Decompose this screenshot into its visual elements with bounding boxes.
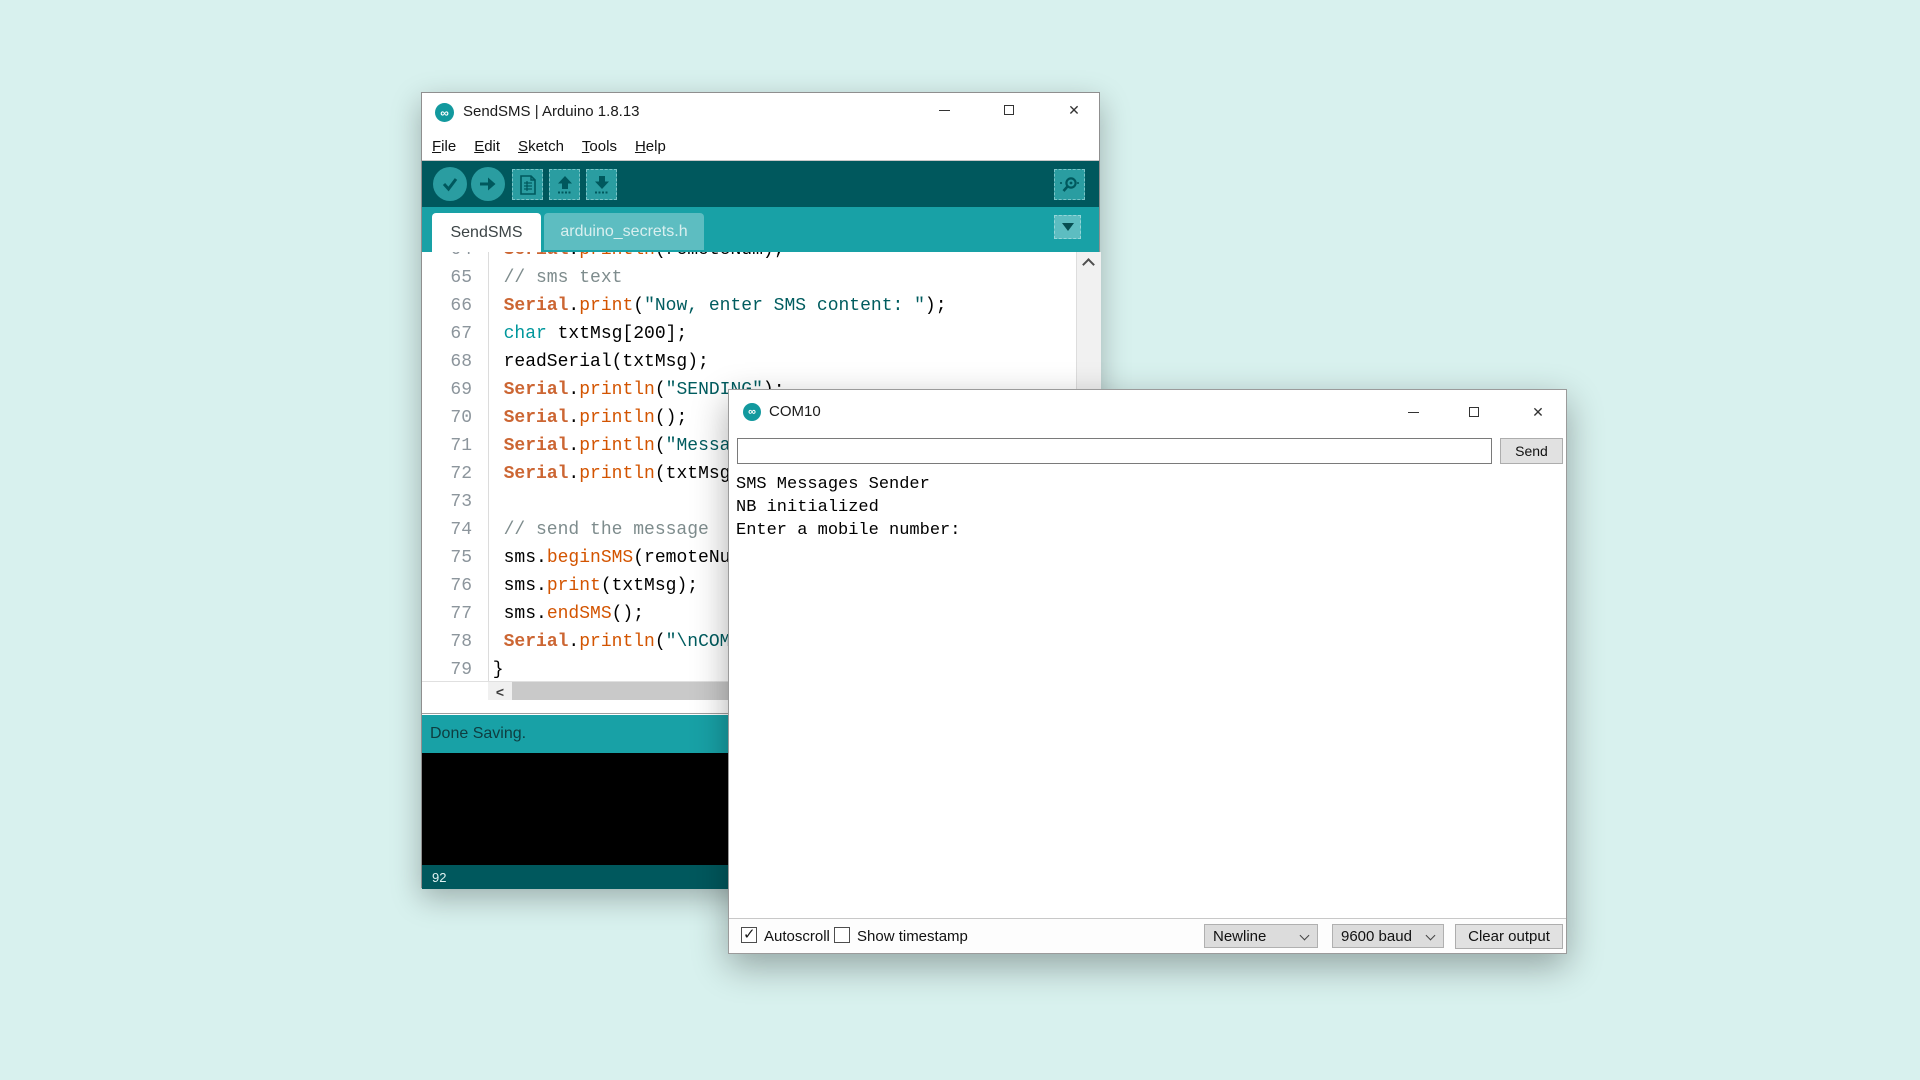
code-line: 67 char txtMsg[200];	[422, 320, 1076, 348]
baud-rate-select[interactable]: 9600 baud	[1332, 924, 1444, 948]
maximize-icon	[1004, 105, 1014, 115]
ide-tabbar: SendSMS arduino_secrets.h	[422, 207, 1099, 252]
status-message: Done Saving.	[430, 725, 526, 743]
chevron-down-icon	[1426, 931, 1436, 941]
magnifier-icon	[1059, 175, 1081, 195]
serial-monitor-window: ∞ COM10 ✕ Send SMS Messages SenderNB ini…	[728, 389, 1567, 954]
line-number: 65	[422, 264, 482, 292]
serial-monitor-button[interactable]	[1054, 169, 1085, 200]
cursor-line-indicator: 92	[432, 870, 446, 885]
show-timestamp-checkbox[interactable]: ✓	[834, 927, 850, 943]
line-number: 64	[422, 252, 482, 264]
save-button[interactable]	[586, 169, 617, 200]
upload-button[interactable]	[471, 167, 505, 201]
tab-sendsms[interactable]: SendSMS	[432, 213, 541, 252]
serial-bottom-bar: ✓ Autoscroll ✓ Show timestamp Newline 96…	[729, 919, 1566, 953]
serial-output-line: NB initialized	[736, 496, 1559, 519]
chevron-down-icon	[1062, 223, 1074, 231]
serial-output-line: Enter a mobile number:	[736, 519, 1559, 542]
up-arrow-icon	[555, 174, 575, 195]
scroll-left-arrow[interactable]: <	[488, 682, 512, 701]
chevron-down-icon	[1300, 931, 1310, 941]
line-number: 67	[422, 320, 482, 348]
menu-edit[interactable]: Edit	[474, 138, 500, 155]
down-arrow-icon	[592, 174, 612, 195]
autoscroll-label: Autoscroll	[764, 928, 830, 945]
clear-output-button[interactable]: Clear output	[1455, 924, 1563, 949]
ide-titlebar[interactable]: ∞ SendSMS | Arduino 1.8.13 ✕	[422, 93, 1099, 132]
close-icon: ✕	[1532, 405, 1544, 419]
line-number: 69	[422, 376, 482, 404]
line-number: 71	[422, 432, 482, 460]
scrollbar-corner	[422, 682, 488, 701]
minimize-button[interactable]	[924, 95, 964, 125]
menu-file[interactable]: File	[432, 138, 456, 155]
code-line: 65 // sms text	[422, 264, 1076, 292]
menu-tools[interactable]: Tools	[582, 138, 617, 155]
line-number: 77	[422, 600, 482, 628]
minimize-icon	[939, 110, 950, 111]
send-button[interactable]: Send	[1500, 438, 1563, 464]
right-arrow-icon	[478, 174, 498, 194]
minimize-icon	[1408, 412, 1419, 413]
baud-rate-value: 9600 baud	[1341, 928, 1412, 945]
line-ending-value: Newline	[1213, 928, 1266, 945]
line-number: 75	[422, 544, 482, 572]
line-number: 78	[422, 628, 482, 656]
line-number: 72	[422, 460, 482, 488]
menu-sketch[interactable]: Sketch	[518, 138, 564, 155]
maximize-button[interactable]	[989, 95, 1029, 125]
serial-titlebar[interactable]: ∞ COM10 ✕	[729, 390, 1566, 434]
line-number: 76	[422, 572, 482, 600]
autoscroll-checkbox[interactable]: ✓	[741, 927, 757, 943]
minimize-button[interactable]	[1393, 397, 1433, 427]
ide-window-title: SendSMS | Arduino 1.8.13	[463, 103, 640, 120]
verify-button[interactable]	[433, 167, 467, 201]
arduino-logo-icon: ∞	[435, 103, 454, 122]
open-button[interactable]	[549, 169, 580, 200]
line-number: 68	[422, 348, 482, 376]
document-icon	[519, 175, 537, 195]
check-icon: ✓	[743, 925, 756, 943]
arduino-logo-icon: ∞	[743, 403, 761, 421]
line-ending-select[interactable]: Newline	[1204, 924, 1318, 948]
menu-help[interactable]: Help	[635, 138, 666, 155]
code-line: 64 Serial.println(remoteNum);	[422, 252, 1076, 264]
serial-output-area[interactable]: SMS Messages SenderNB initializedEnter a…	[729, 468, 1566, 919]
close-button[interactable]: ✕	[1518, 397, 1558, 427]
checkmark-icon	[440, 174, 460, 194]
code-line: 68 readSerial(txtMsg);	[422, 348, 1076, 376]
ide-toolbar	[422, 161, 1099, 207]
serial-output-line: SMS Messages Sender	[736, 473, 1559, 496]
line-number: 66	[422, 292, 482, 320]
code-line: 66 Serial.print("Now, enter SMS content:…	[422, 292, 1076, 320]
maximize-button[interactable]	[1454, 397, 1494, 427]
line-number: 73	[422, 488, 482, 516]
ide-menubar: File Edit Sketch Tools Help	[422, 132, 1099, 161]
maximize-icon	[1469, 407, 1479, 417]
tab-arduino-secrets[interactable]: arduino_secrets.h	[544, 213, 704, 250]
scroll-up-arrow-icon	[1082, 258, 1095, 271]
tab-list-dropdown-button[interactable]	[1054, 215, 1081, 239]
new-sketch-button[interactable]	[512, 169, 543, 200]
line-number: 79	[422, 656, 482, 681]
line-number: 70	[422, 404, 482, 432]
close-button[interactable]: ✕	[1054, 95, 1094, 125]
show-timestamp-label: Show timestamp	[857, 928, 968, 945]
line-number: 74	[422, 516, 482, 544]
close-icon: ✕	[1068, 103, 1080, 117]
serial-window-title: COM10	[769, 403, 821, 420]
serial-send-input[interactable]	[737, 438, 1492, 464]
